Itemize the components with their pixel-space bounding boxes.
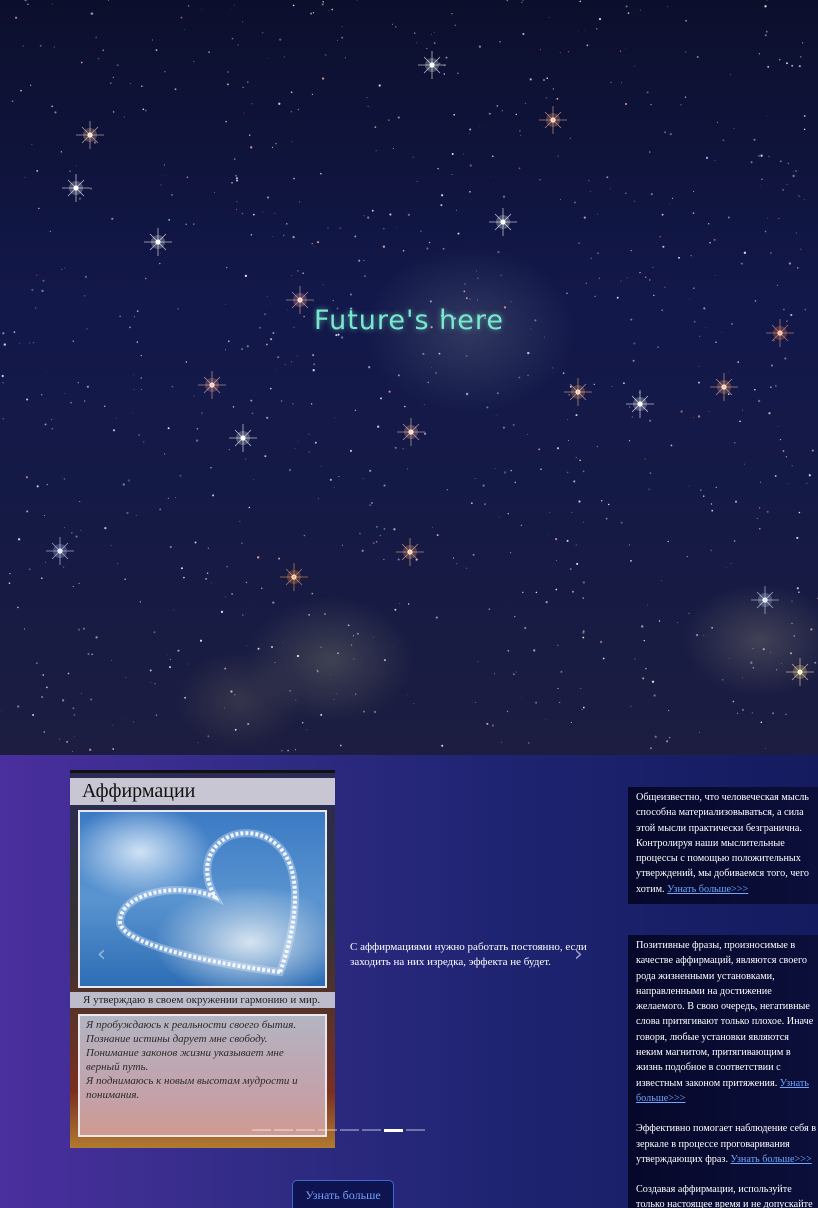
slider-dots [252,1129,428,1132]
info-text: Общеизвестно, что человеческая мысль спо… [636,792,809,895]
hero-section: Future's here [0,0,818,755]
starfield-background [1,0,818,753]
affirmations-quote: Я пробуждаюсь к реальности своего бытия.… [78,1014,327,1137]
slider-dot[interactable] [296,1129,315,1131]
learn-more-link[interactable]: Узнать больше>>> [731,1154,812,1165]
slider-dot[interactable] [362,1129,381,1131]
chevron-right-icon[interactable]: › [574,944,583,966]
info-paragraph: Позитивные фразы, произносимые в качеств… [636,938,818,1106]
slider-dot[interactable] [406,1129,425,1131]
learn-more-link[interactable]: Узнать больше>>> [667,884,748,895]
hero-title: Future's here [314,305,504,336]
slider-dot[interactable] [340,1129,359,1131]
chevron-left-icon[interactable]: ‹ [97,944,106,966]
info-text: Создавая аффирмации, используйте только … [636,1184,813,1208]
affirmations-title: Аффирмации [70,778,335,805]
slider-dot[interactable] [274,1129,293,1131]
slider-text: С аффирмациями нужно работать постоянно,… [350,941,587,968]
affirmations-card: Аффирмации Я утверждаю в своем окружении… [70,770,335,1148]
learn-more-button[interactable]: Узнать больше [292,1180,394,1208]
info-block-1: Общеизвестно, что человеческая мысль спо… [628,787,818,904]
sky-heart-photo [78,810,327,988]
info-block-2: Позитивные фразы, произносимые в качеств… [628,935,818,1208]
info-paragraph: Эффективно помогает наблюдение себя в зе… [636,1121,818,1167]
quote-line: Я пробуждаюсь к реальности своего бытия. [86,1019,297,1031]
content-section: Аффирмации Я утверждаю в своем окружении… [0,755,818,1208]
slider-dot[interactable] [318,1129,337,1131]
affirmations-caption: Я утверждаю в своем окружении гармонию и… [70,992,335,1008]
slider-dot[interactable] [384,1129,403,1132]
quote-line: Познание истины дарует мне свободу. [86,1033,268,1045]
quote-line: Понимание законов жизни указывает мне ве… [86,1047,284,1073]
slider-dot[interactable] [252,1129,271,1131]
info-text: Позитивные фразы, произносимые в качеств… [636,940,814,1089]
info-paragraph: Создавая аффирмации, используйте только … [636,1182,818,1208]
quote-line: Я поднимаюсь к новым высотам мудрости и … [86,1075,298,1101]
